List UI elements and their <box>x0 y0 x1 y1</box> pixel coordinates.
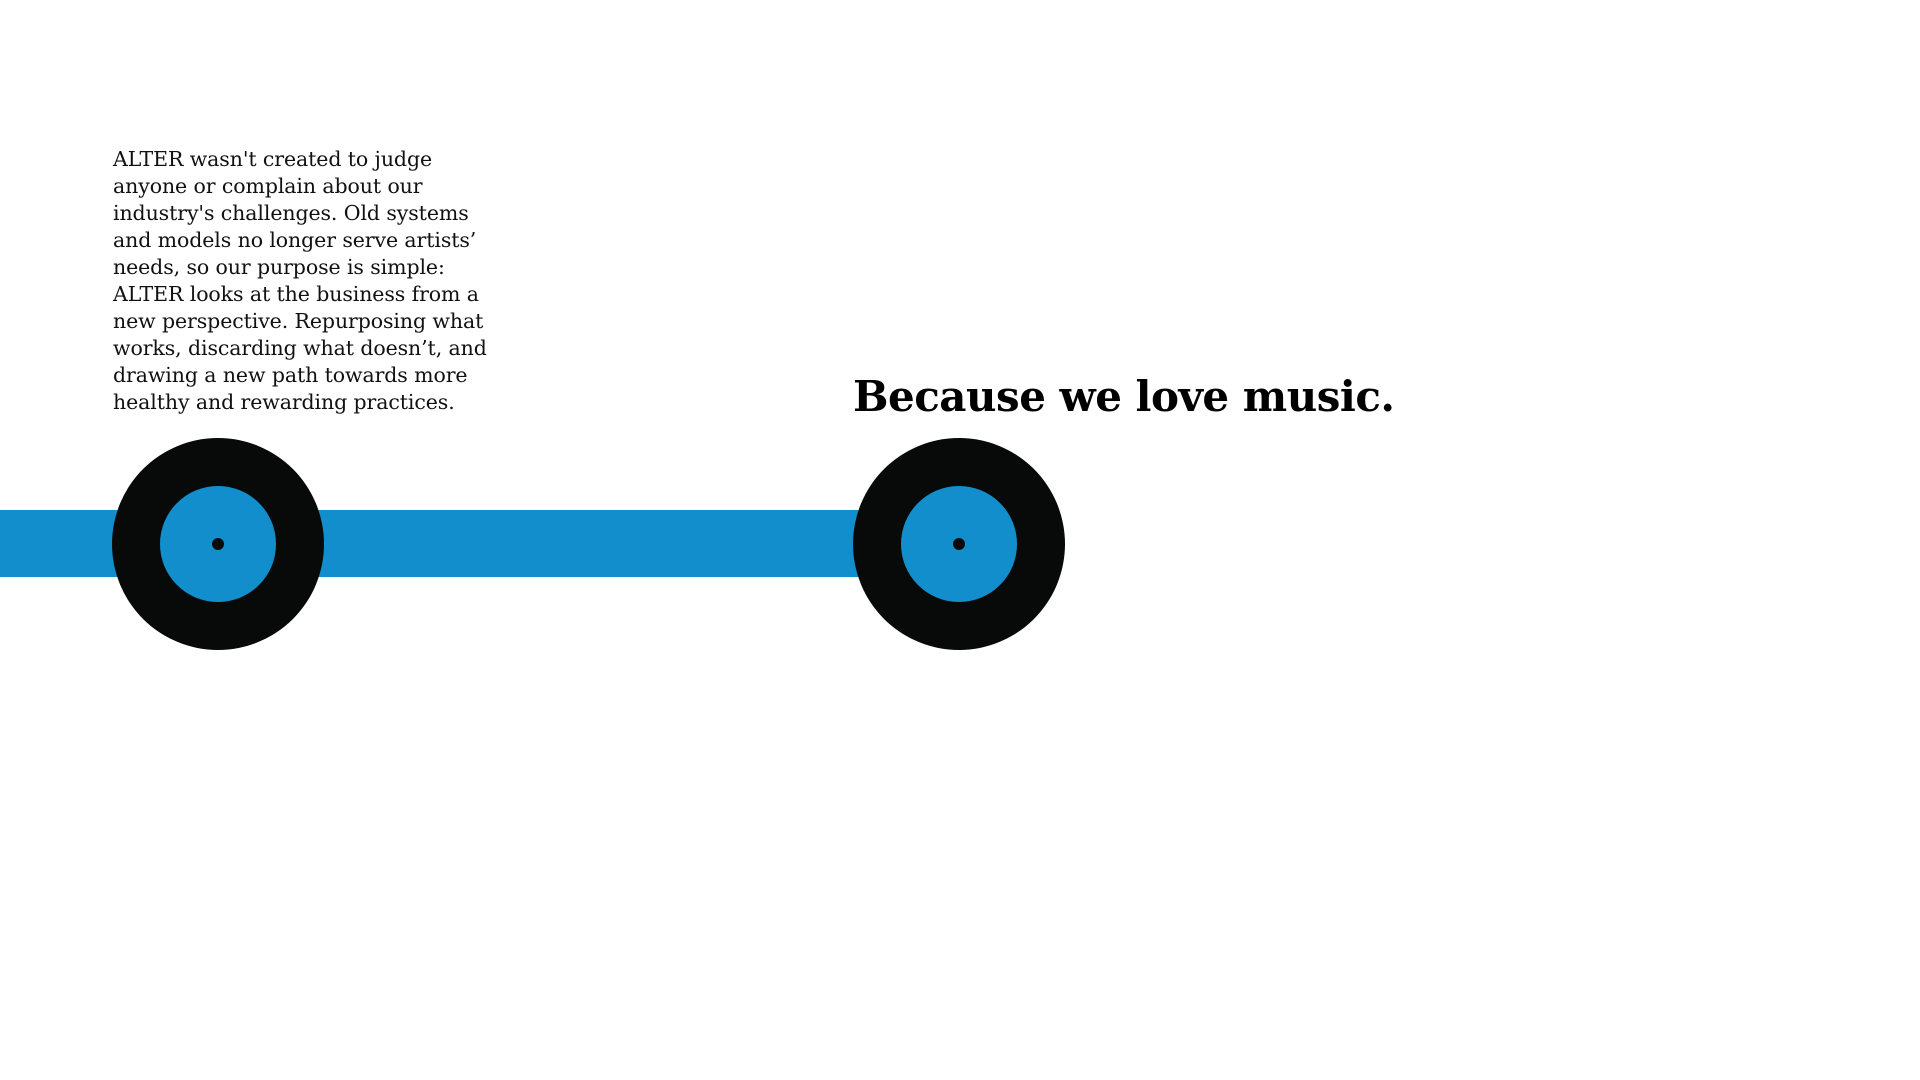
intro-line: industry's challenges. Old systems <box>113 201 469 225</box>
intro-line: needs, so our purpose is simple: <box>113 255 445 279</box>
vinyl-record-icon <box>112 438 324 650</box>
intro-line: healthy and rewarding practices. <box>113 390 455 414</box>
headline: Because we love music. <box>853 372 1395 421</box>
intro-line: drawing a new path towards more <box>113 363 468 387</box>
intro-line: works, discarding what doesn’t, and <box>113 336 487 360</box>
intro-line: and models no longer serve artists’ <box>113 228 477 252</box>
intro-line: ALTER looks at the business from a <box>113 282 479 306</box>
vinyl-record-icon <box>853 438 1065 650</box>
intro-paragraph: ALTER wasn't created to judge anyone or … <box>113 146 513 416</box>
intro-line: ALTER wasn't created to judge <box>113 147 432 171</box>
intro-line: anyone or complain about our <box>113 174 423 198</box>
record-spindle-hole <box>953 538 965 550</box>
record-spindle-hole <box>212 538 224 550</box>
intro-line: new perspective. Repurposing what <box>113 309 484 333</box>
page: ALTER wasn't created to judge anyone or … <box>0 0 1920 1080</box>
